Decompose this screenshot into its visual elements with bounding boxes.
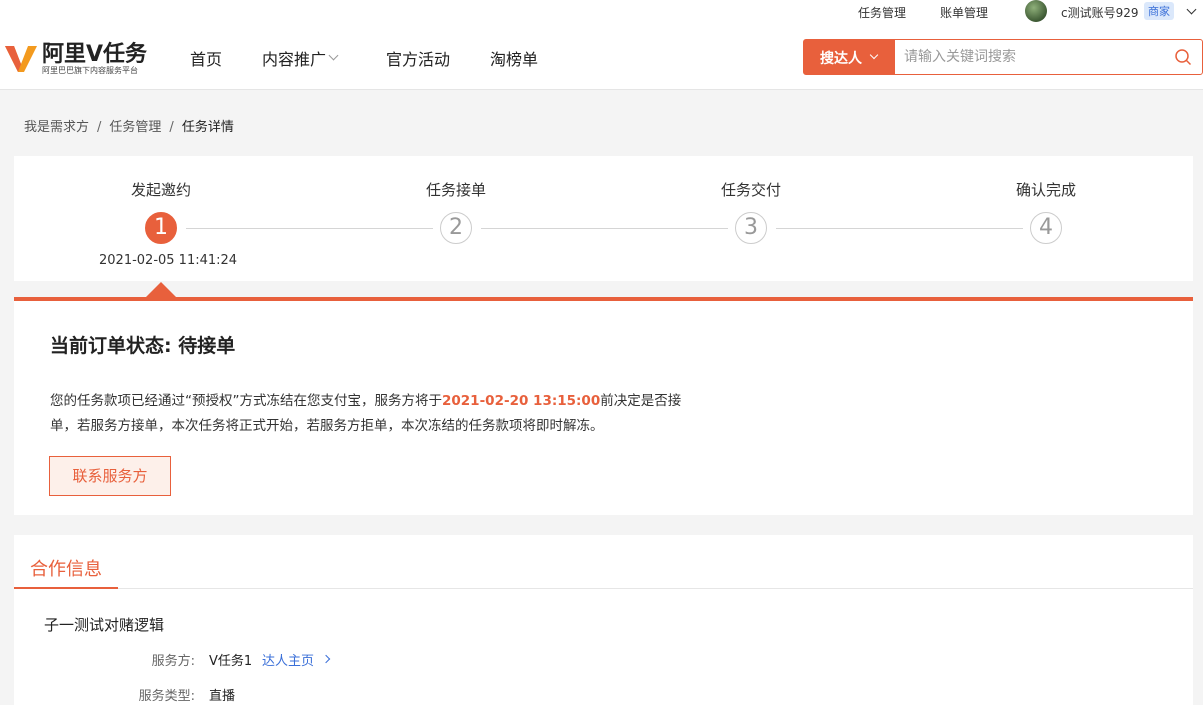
- breadcrumb-separator: /: [169, 120, 174, 135]
- bill-management-link[interactable]: 账单管理: [940, 4, 988, 21]
- divider: [14, 588, 1193, 589]
- main-header: 阿里V任务 阿里巴巴旗下内容服务平台 首页 内容推广 官方活动 淘榜单 搜达人: [0, 22, 1203, 90]
- step-label: 任务接单: [425, 181, 486, 199]
- account-name[interactable]: c测试账号929: [1061, 4, 1139, 21]
- step-timestamp: 2021-02-05 11:41:24: [99, 253, 238, 268]
- influencer-homepage-link[interactable]: 达人主页: [262, 650, 314, 669]
- nav-content-promotion[interactable]: 内容推广: [262, 46, 326, 70]
- step-label: 任务交付: [720, 181, 781, 199]
- provider-label: 服务方:: [151, 654, 195, 669]
- chevron-right-icon[interactable]: [321, 654, 331, 664]
- order-status-card: 当前订单状态: 待接单 您的任务款项已经通过“预授权”方式冻结在您支付宝，服务方…: [14, 297, 1193, 515]
- active-tab-indicator: [14, 587, 118, 589]
- progress-steps: 发起邀约 任务接单 任务交付 确认完成 1 2 3 4 2021-02-05 1…: [14, 156, 1193, 281]
- status-desc-before: 您的任务款项已经通过“预授权”方式冻结在您支付宝，服务方将于: [50, 393, 442, 409]
- breadcrumb-item[interactable]: 任务管理: [109, 120, 161, 135]
- cooperation-info-card: 合作信息 子一测试对赌逻辑 服务方: V任务1 达人主页 服务类型: 直播: [14, 535, 1193, 705]
- task-name: 子一测试对赌逻辑: [44, 616, 165, 634]
- provider-value: V任务1: [209, 654, 253, 669]
- tab-cooperation-info[interactable]: 合作信息: [30, 555, 102, 581]
- search-input[interactable]: [895, 40, 1165, 74]
- service-type-value: 直播: [209, 689, 236, 704]
- status-title: 当前订单状态: 待接单: [50, 335, 236, 357]
- step-connector: [776, 228, 1023, 229]
- status-deadline: 2021-02-20 13:15:00: [442, 393, 601, 409]
- search-type-label: 搜达人: [820, 51, 862, 67]
- contact-provider-button[interactable]: 联系服务方: [49, 456, 171, 496]
- search-icon[interactable]: [1174, 48, 1192, 66]
- logo-subtitle: 阿里巴巴旗下内容服务平台: [42, 66, 138, 75]
- step-label: 确认完成: [1015, 181, 1076, 199]
- nav-taobao-rankings[interactable]: 淘榜单: [490, 46, 538, 70]
- breadcrumb-separator: /: [97, 120, 102, 135]
- chevron-down-icon: [869, 50, 879, 60]
- search-type-dropdown[interactable]: 搜达人: [804, 40, 895, 74]
- step-number-active: 1: [145, 212, 177, 244]
- breadcrumb-current: 任务详情: [181, 120, 234, 135]
- step-connector: [186, 228, 433, 229]
- role-badge: 商家: [1144, 2, 1174, 20]
- step-label: 发起邀约: [130, 181, 191, 199]
- logo-icon[interactable]: [4, 40, 38, 74]
- status-pointer: [145, 282, 177, 298]
- task-management-link[interactable]: 任务管理: [858, 4, 906, 21]
- nav-official-activities[interactable]: 官方活动: [386, 46, 450, 70]
- service-type-label: 服务类型:: [138, 689, 195, 704]
- step-number: 2: [440, 212, 472, 244]
- avatar[interactable]: [1025, 0, 1047, 22]
- chevron-down-icon[interactable]: [328, 50, 339, 61]
- nav-home[interactable]: 首页: [190, 46, 222, 70]
- chevron-down-icon[interactable]: [1186, 4, 1197, 15]
- step-number: 3: [735, 212, 767, 244]
- breadcrumb-item[interactable]: 我是需求方: [24, 120, 89, 135]
- status-description: 您的任务款项已经通过“预授权”方式冻结在您支付宝，服务方将于2021-02-20…: [50, 389, 690, 439]
- top-utility-bar: 任务管理 账单管理 c测试账号929 商家: [0, 0, 1203, 22]
- search-bar: 搜达人: [803, 39, 1203, 75]
- logo-title[interactable]: 阿里V任务: [42, 36, 147, 68]
- step-connector: [481, 228, 728, 229]
- breadcrumb: 我是需求方 / 任务管理 / 任务详情: [24, 116, 234, 135]
- step-number: 4: [1030, 212, 1062, 244]
